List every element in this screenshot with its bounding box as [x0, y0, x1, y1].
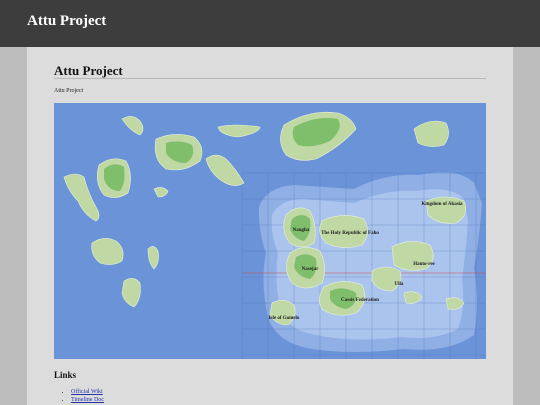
links-list-item: Official Wiki: [71, 388, 104, 396]
title-divider: [54, 78, 486, 79]
label-nasejar: Nasejar: [302, 267, 319, 272]
timeline-doc-link[interactable]: Timeline Doc: [71, 397, 104, 403]
links-list-item: Timeline Doc: [71, 396, 104, 404]
label-kingdom-of-akasia: Kingdom of Akasia: [421, 202, 463, 207]
navbar-brand-link[interactable]: Attu Project: [27, 13, 106, 30]
label-cassis-federation: Cassis Federation: [341, 298, 379, 303]
label-isle-of-gomelo: Isle of Gomelo: [269, 316, 300, 321]
links-list: Official Wiki Timeline Doc: [61, 388, 104, 404]
links-heading: Links: [54, 370, 77, 380]
label-hauto-ree: Hauto-ree: [413, 262, 435, 267]
world-map-svg: Kingdom of Akasia Naugha The Holy Republ…: [63, 111, 486, 359]
content-panel: Attu Project Attu Project Kingdom of Aka…: [27, 47, 513, 405]
label-naugha: Naugha: [293, 228, 310, 233]
official-wiki-link[interactable]: Official Wiki: [71, 389, 103, 395]
page-title: Attu Project: [54, 63, 123, 78]
page-subtitle: Attu Project: [54, 88, 84, 94]
label-holy-republic: The Holy Republic of Faho: [321, 231, 379, 236]
world-map[interactable]: Kingdom of Akasia Naugha The Holy Republ…: [54, 103, 486, 359]
top-navbar: Attu Project: [0, 0, 540, 47]
western-islands: [63, 116, 261, 308]
label-ulla: Ulla: [395, 282, 404, 287]
